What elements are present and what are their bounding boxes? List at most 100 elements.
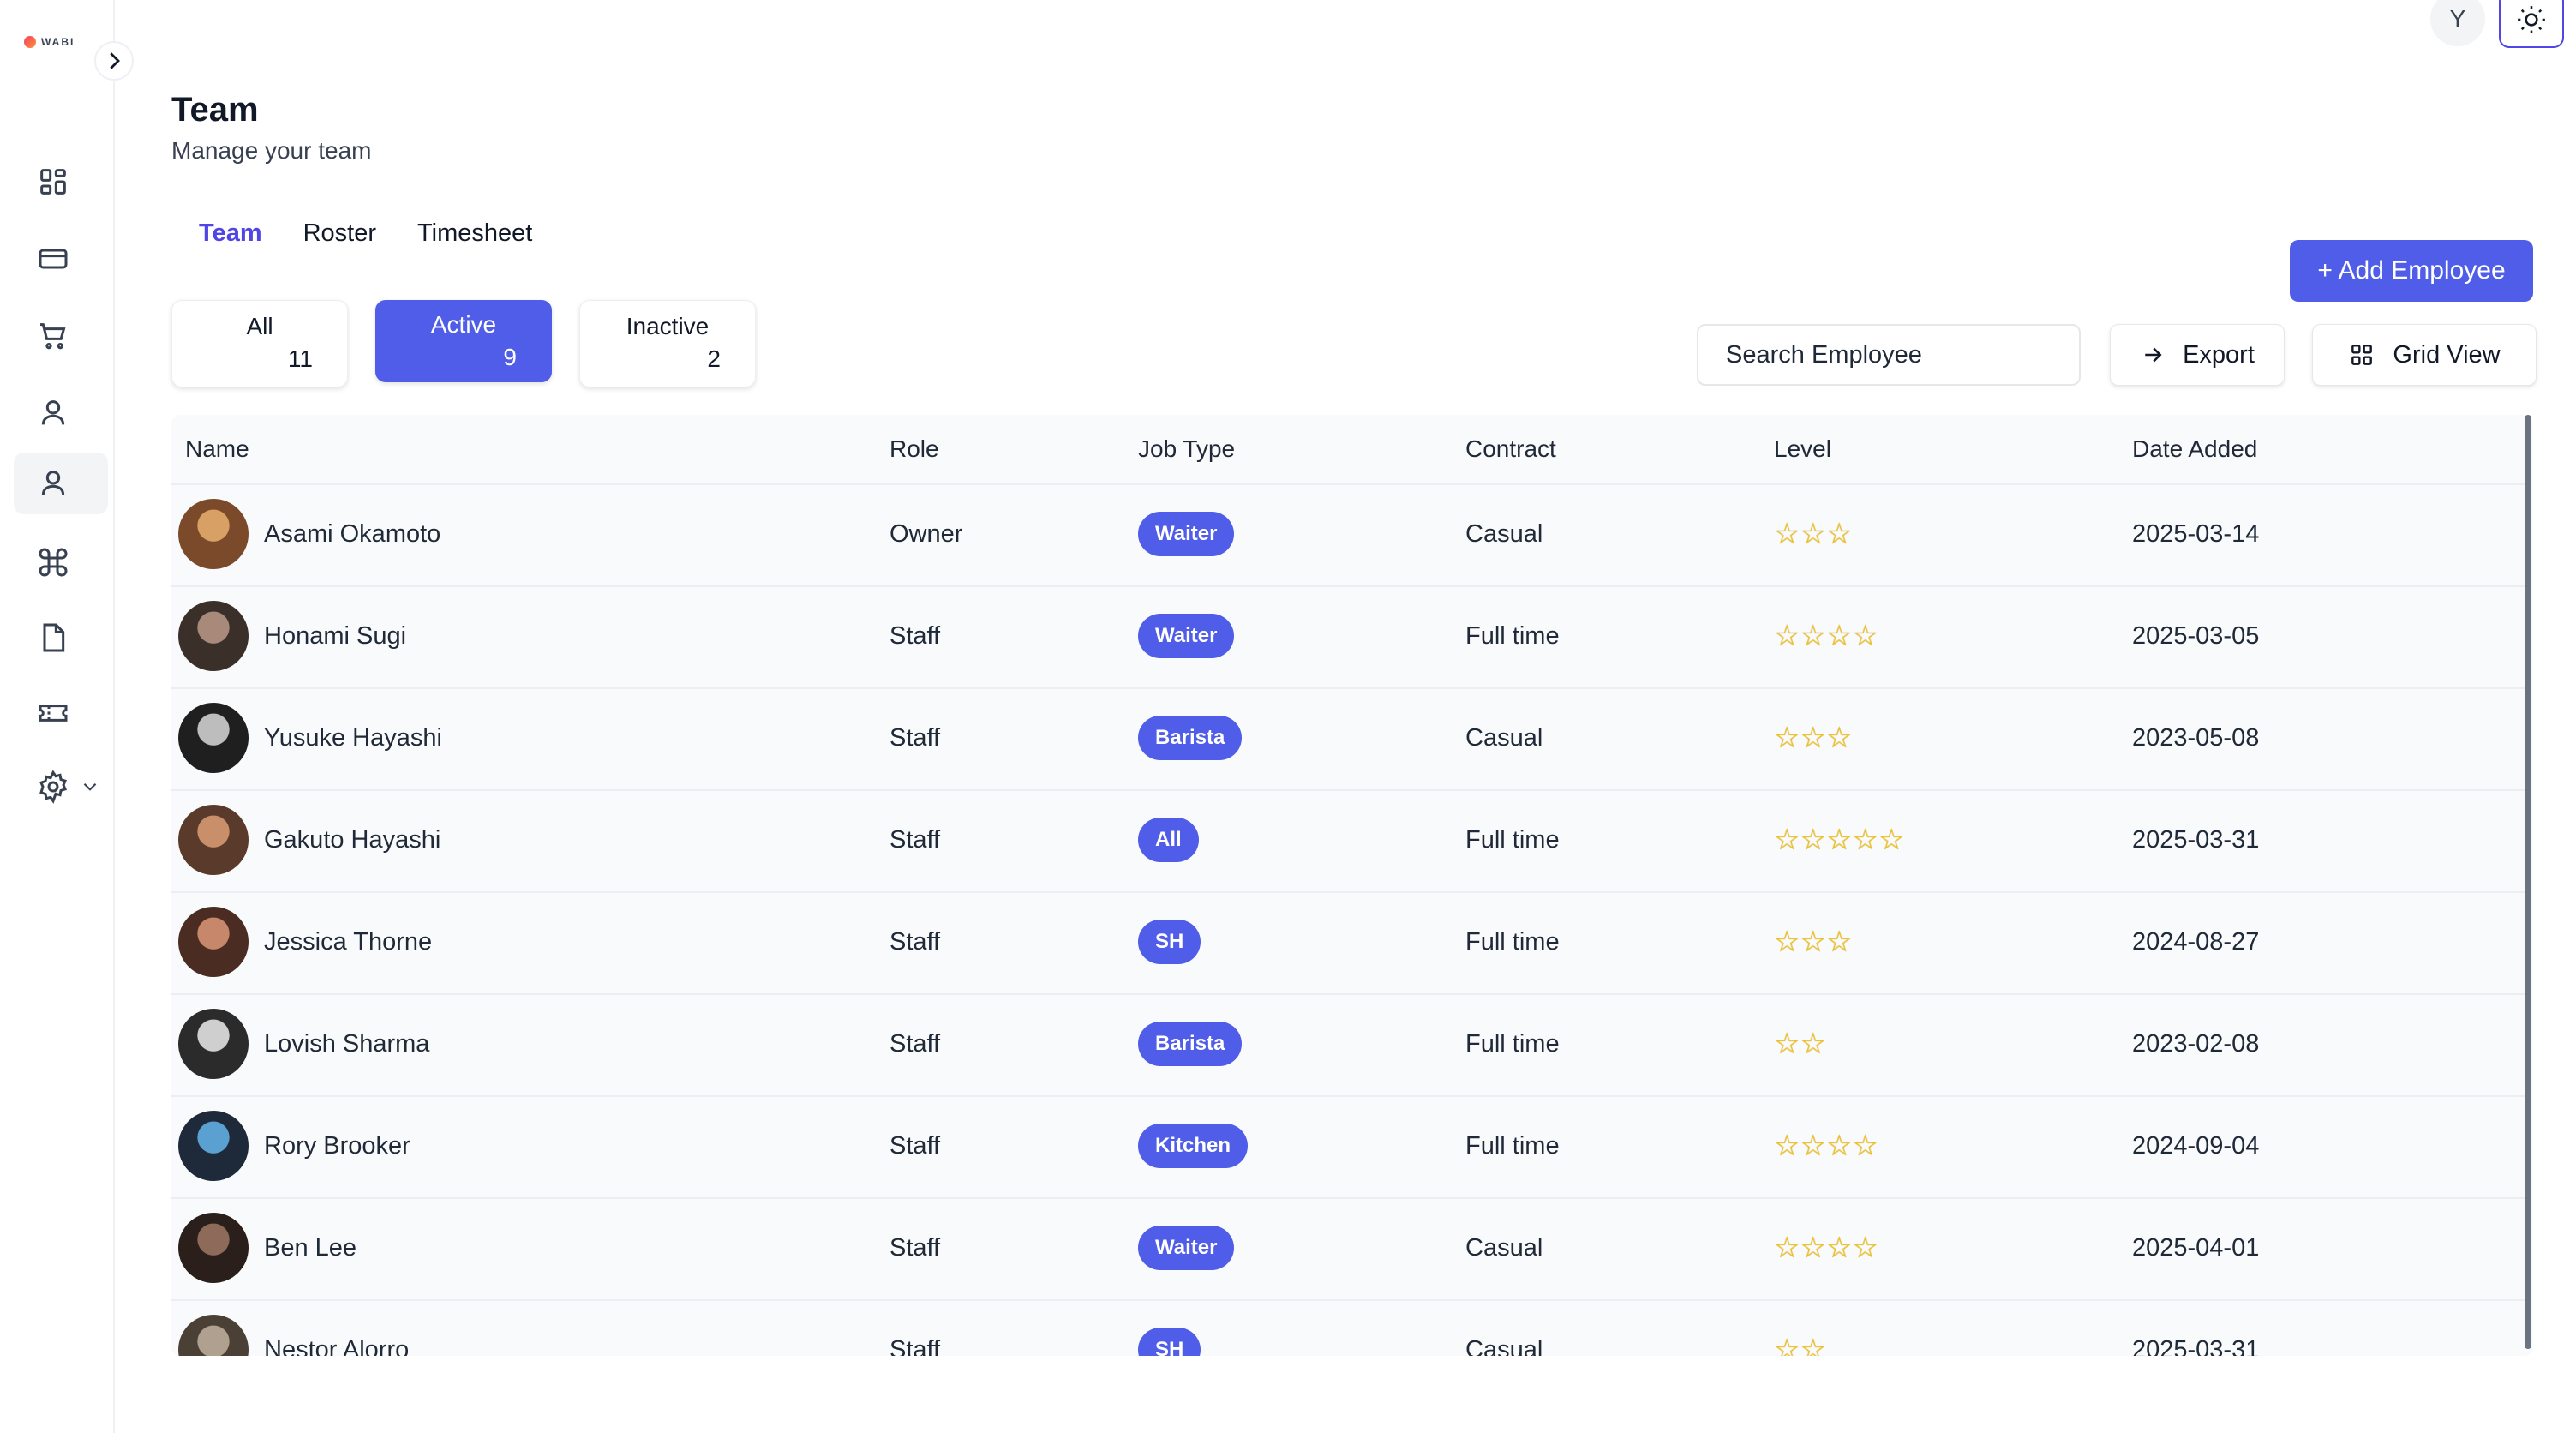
star-icon: ☆ [1774,1232,1800,1264]
table-row[interactable]: Asami Okamoto Owner Waiter Casual ☆ ☆ ☆ 20… [171,483,2526,581]
filter-count: 2 [707,345,721,372]
add-employee-button[interactable]: + Add Employee [2290,240,2533,302]
cell-contract: Casual [1465,723,1543,752]
cell-contract: Full time [1465,621,1560,650]
team-icon [41,471,65,495]
sidebar-item-customers[interactable] [14,382,108,444]
command-icon [39,548,68,577]
tab-team[interactable]: Team [199,219,262,248]
star-icon: ☆ [1878,824,1905,856]
sidebar-item-documents[interactable] [14,607,108,669]
export-label: Export [2183,340,2255,369]
table-row[interactable]: Honami Sugi Staff Waiter Full time ☆ ☆ ☆ ☆ … [171,585,2526,683]
avatar [178,1213,249,1283]
table-row[interactable]: Rory Brooker Staff Kitchen Full time ☆ ☆ ☆… [171,1095,2526,1193]
cell-date-added: 2024-08-27 [2132,927,2260,956]
employee-name: Rory Brooker [264,1131,410,1160]
level-stars: ☆ ☆ ☆ ☆ [1774,621,1878,651]
column-header-name[interactable]: Name [185,435,249,463]
user-avatar[interactable]: Y [2430,0,2485,46]
cell-contract: Full time [1465,927,1560,956]
sidebar-item-settings[interactable] [14,756,108,818]
level-stars: ☆ ☆ ☆ ☆ [1774,1131,1878,1160]
job-type-badge: Kitchen [1138,1124,1249,1168]
user-initial: Y [2449,5,2466,32]
sidebar-item-dashboard[interactable] [14,151,108,213]
table-row[interactable]: Gakuto Hayashi Staff All Full time ☆ ☆ ☆ ☆ ☆… [171,789,2526,887]
sidebar-expand-button[interactable] [94,41,134,81]
table-scrollbar[interactable] [2525,415,2531,1349]
cell-date-added: 2023-02-08 [2132,1029,2260,1058]
job-type-badge: Barista [1138,716,1243,760]
cart-icon [40,323,66,350]
dashboard-icon [40,169,66,195]
cell-name: Honami Sugi [178,587,406,685]
star-icon: ☆ [1825,518,1853,550]
tab-timesheet[interactable]: Timesheet [417,219,532,248]
sidebar-item-shortcuts[interactable] [14,531,108,593]
cell-level: ☆ ☆ ☆ [1774,893,1852,991]
theme-toggle-button[interactable] [2499,0,2564,48]
sidebar-item-team[interactable] [14,453,108,514]
star-icon: ☆ [1800,1334,1826,1356]
avatar [178,805,249,875]
sidebar-item-orders[interactable] [14,305,108,367]
cell-role: Staff [890,1131,941,1160]
user-icon [41,400,65,425]
cell-date-added: 2025-03-31 [2132,1335,2260,1357]
filter-active[interactable]: Active 9 [375,300,552,382]
filter-label: Inactive [626,313,710,339]
star-icon: ☆ [1774,620,1800,652]
star-icon: ☆ [1774,722,1800,754]
cell-date-added: 2025-03-14 [2132,519,2260,548]
cell-level: ☆ ☆ ☆ ☆ [1774,1097,1878,1195]
column-header-role[interactable]: Role [890,435,939,463]
star-icon: ☆ [1825,722,1853,754]
star-icon: ☆ [1774,824,1800,856]
employee-name: Yusuke Hayashi [264,723,442,752]
logo-text: WABI [41,36,75,48]
star-icon: ☆ [1800,1028,1826,1060]
employee-name: Lovish Sharma [264,1029,430,1058]
cell-contract: Full time [1465,1029,1560,1058]
star-icon: ☆ [1825,620,1853,652]
tab-roster[interactable]: Roster [303,219,376,248]
column-header-contract[interactable]: Contract [1465,435,1556,463]
document-icon [43,623,65,652]
page-subtitle: Manage your team [171,137,372,164]
search-input[interactable] [1697,324,2081,386]
avatar [178,907,249,977]
filter-label: All [246,313,273,339]
table-row[interactable]: Nestor Alorro Staff SH Casual ☆ ☆ 2025-03… [171,1299,2526,1356]
star-icon: ☆ [1774,926,1800,958]
star-icon: ☆ [1774,1028,1800,1060]
table-row[interactable]: Lovish Sharma Staff Barista Full time ☆ ☆… [171,993,2526,1091]
table-row[interactable]: Yusuke Hayashi Staff Barista Casual ☆ ☆ ☆ … [171,687,2526,785]
logo[interactable]: WABI [24,36,75,48]
grid-view-button[interactable]: Grid View [2312,324,2537,386]
column-header-level[interactable]: Level [1774,435,1831,463]
sidebar-item-payments[interactable] [14,228,108,290]
star-icon: ☆ [1852,620,1878,652]
avatar [178,1009,249,1079]
job-type-badge: Barista [1138,1022,1243,1066]
sidebar-item-tickets[interactable] [14,682,108,744]
table-row[interactable]: Jessica Thorne Staff SH Full time ☆ ☆ ☆ 20… [171,891,2526,989]
cell-role: Staff [890,1335,941,1357]
employee-name: Nestor Alorro [264,1335,410,1357]
table-row[interactable]: Ben Lee Staff Waiter Casual ☆ ☆ ☆ ☆ 2025-04… [171,1197,2526,1295]
level-stars: ☆ ☆ ☆ ☆ ☆ [1774,825,1904,854]
export-button[interactable]: Export [2110,324,2285,386]
column-header-job-type[interactable]: Job Type [1138,435,1235,463]
cell-job-type: Waiter [1138,485,1235,583]
filter-all[interactable]: All 11 [171,300,348,387]
column-header-date-added[interactable]: Date Added [2132,435,2257,463]
employee-name: Gakuto Hayashi [264,825,441,854]
cell-name: Rory Brooker [178,1097,410,1195]
star-icon: ☆ [1852,1232,1878,1264]
filter-inactive[interactable]: Inactive 2 [579,300,756,387]
cell-name: Asami Okamoto [178,485,440,583]
filter-label: Active [430,311,497,338]
cell-contract: Casual [1465,1233,1543,1262]
cell-level: ☆ ☆ ☆ [1774,689,1852,787]
